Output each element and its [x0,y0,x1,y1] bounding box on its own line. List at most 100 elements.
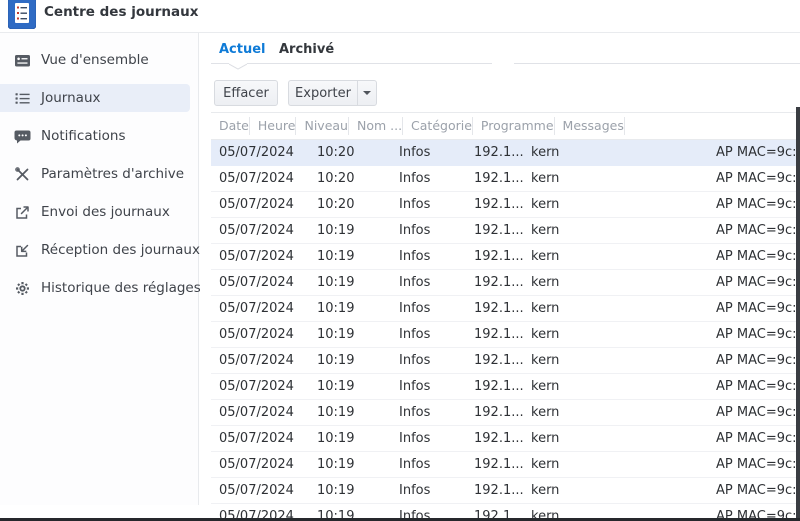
receive-logs-icon [16,244,29,257]
tab-current[interactable]: Actuel [219,42,266,57]
table-row[interactable]: 05/07/2024 10:19 Infos 192.1... kern AP … [211,244,800,270]
toolbar: Effacer Exporter [200,64,800,112]
page-title: Centre des journaux [44,4,199,20]
sidebar-item-settings-history[interactable]: Historique des réglages [0,274,201,302]
cell-category: kern [531,379,560,394]
cell-time: 10:19 [317,431,355,446]
cell-level: Infos [399,223,431,238]
cell-date: 05/07/2024 [219,171,294,186]
cell-date: 05/07/2024 [219,457,294,472]
cell-message: AP MAC=9c:a2 [716,457,800,472]
table-row[interactable]: 05/07/2024 10:20 Infos 192.1... kern AP … [211,166,800,192]
cell-category: kern [531,223,560,238]
column-header[interactable]: Heure [250,117,297,135]
cell-message: AP MAC=9c:a2 [716,197,800,212]
cell-name: 192.1... [474,223,523,238]
table-row[interactable]: 05/07/2024 10:19 Infos 192.1... kern AP … [211,374,800,400]
cell-name: 192.1... [474,483,523,498]
clear-button[interactable]: Effacer [214,80,278,106]
send-logs-icon [16,205,29,219]
cell-message: AP MAC=9c:a2 [716,275,800,290]
cell-message: AP MAC=9c:a2 [716,327,800,342]
cell-date: 05/07/2024 [219,197,294,212]
table-row[interactable]: 05/07/2024 10:19 Infos 192.1... kern AP … [211,270,800,296]
screen-edge-right [796,107,800,518]
column-header[interactable]: Catégorie [403,117,473,135]
table-row[interactable]: 05/07/2024 10:19 Infos 192.1... kern AP … [211,322,800,348]
cell-time: 10:19 [317,483,355,498]
column-header[interactable]: Nom ... [349,117,404,135]
cell-level: Infos [399,431,431,446]
cell-category: kern [531,249,560,264]
cell-category: kern [531,457,560,472]
sidebar-item-overview[interactable]: Vue d'ensemble [0,46,190,74]
cell-name: 192.1... [474,301,523,316]
table-row[interactable]: 05/07/2024 10:19 Infos 192.1... kern AP … [211,400,800,426]
cell-level: Infos [399,327,431,342]
sidebar-item-label: Paramètres d'archive [41,166,185,182]
cell-name: 192.1... [474,171,523,186]
app-header: Centre des journaux [0,0,800,33]
table-row[interactable]: 05/07/2024 10:19 Infos 192.1... kern AP … [211,296,800,322]
tab-bar: Actuel Archivé [200,33,800,70]
cell-time: 10:19 [317,223,355,238]
column-header[interactable]: Messages [555,117,625,135]
cell-date: 05/07/2024 [219,301,294,316]
export-button[interactable]: Exporter [288,80,357,106]
log-table: Date Heure Niveau Nom ... Catégorie Programme… [211,112,800,521]
cell-name: 192.1... [474,405,523,420]
cell-date: 05/07/2024 [219,145,294,160]
cell-level: Infos [399,197,431,212]
cell-level: Infos [399,145,431,160]
sidebar: Vue d'ensemble Journaux Notifications Pa… [0,33,201,505]
export-menu-button[interactable] [357,80,377,106]
table-row[interactable]: 05/07/2024 10:19 Infos 192.1... kern AP … [211,426,800,452]
cell-category: kern [531,145,560,160]
log-center-window: Centre des journaux Vue d'ensemble Journ… [0,0,800,521]
cell-category: kern [531,197,560,212]
table-row[interactable]: 05/07/2024 10:19 Infos 192.1... kern AP … [211,218,800,244]
cell-name: 192.1... [474,249,523,264]
cell-level: Infos [399,275,431,290]
sidebar-item-receive-logs[interactable]: Réception des journaux [0,236,200,264]
column-header[interactable]: Programme [473,117,555,135]
cell-level: Infos [399,301,431,316]
tab-archived[interactable]: Archivé [279,42,334,57]
log-center-app-icon [8,0,36,29]
table-row[interactable]: 05/07/2024 10:20 Infos 192.1... kern AP … [211,140,800,166]
cell-time: 10:19 [317,405,355,420]
cell-category: kern [531,275,560,290]
cell-name: 192.1... [474,197,523,212]
cell-date: 05/07/2024 [219,327,294,342]
sidebar-item-label: Notifications [41,128,126,144]
table-row[interactable]: 05/07/2024 10:19 Infos 192.1... kern AP … [211,478,800,504]
cell-message: AP MAC=9c:a2 [716,145,800,160]
cell-level: Infos [399,457,431,472]
column-header[interactable]: Niveau [296,117,349,135]
sidebar-item-send-logs[interactable]: Envoi des journaux [0,198,190,226]
cell-date: 05/07/2024 [219,431,294,446]
cell-category: kern [531,353,560,368]
cell-message: AP MAC=9c:a2 [716,379,800,394]
sidebar-item-archive-settings[interactable]: Paramètres d'archive [0,160,190,188]
main-panel: Actuel Archivé Effacer Exporter Date Heur… [200,33,800,521]
cell-date: 05/07/2024 [219,249,294,264]
table-row[interactable]: 05/07/2024 10:19 Infos 192.1... kern AP … [211,452,800,478]
cell-name: 192.1... [474,379,523,394]
cell-time: 10:19 [317,457,355,472]
sidebar-item-notifications[interactable]: Notifications [0,122,190,150]
cell-message: AP MAC=9c:a2 [716,223,800,238]
sidebar-item-logs[interactable]: Journaux [0,84,190,112]
cell-message: AP MAC=9c:a2 [716,353,800,368]
table-row[interactable]: 05/07/2024 10:19 Infos 192.1... kern AP … [211,348,800,374]
cell-date: 05/07/2024 [219,223,294,238]
cell-date: 05/07/2024 [219,483,294,498]
cell-date: 05/07/2024 [219,275,294,290]
column-header[interactable]: Date [211,117,250,135]
table-row[interactable]: 05/07/2024 10:20 Infos 192.1... kern AP … [211,192,800,218]
sidebar-item-label: Vue d'ensemble [41,52,149,68]
cell-category: kern [531,483,560,498]
table-body: 05/07/2024 10:20 Infos 192.1... kern AP … [211,140,800,521]
cell-category: kern [531,301,560,316]
cell-level: Infos [399,171,431,186]
